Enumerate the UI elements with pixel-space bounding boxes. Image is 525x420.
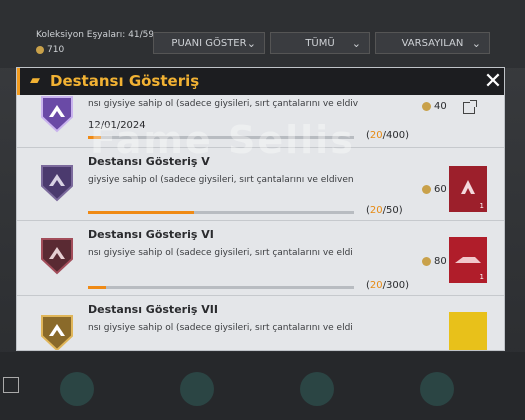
progress-bar <box>88 211 354 214</box>
progress-text: (20/400) <box>366 130 409 141</box>
progress-fill <box>88 211 195 214</box>
collection-emblem-icon <box>180 372 214 406</box>
dropdown-filter[interactable]: TÜMÜ ⌄ <box>270 32 370 54</box>
item-date: 12/01/2024 <box>88 120 146 131</box>
item-title: Destansı Gösteriş VI <box>88 228 214 241</box>
emote-icon: ▰ <box>30 73 40 88</box>
reward-item-thumbnail[interactable] <box>449 312 487 350</box>
external-link-icon[interactable] <box>3 377 19 393</box>
item-description: nsı giysiye sahip ol (sadece giysileri, … <box>88 99 358 109</box>
achievement-emblem-icon <box>41 165 73 202</box>
list-item: Destansı Gösteriş VII nsı giysiye sahip … <box>17 296 504 350</box>
reward: 80 <box>422 256 447 267</box>
dropdown-sort[interactable]: VARSAYILAN ⌄ <box>375 32 490 54</box>
coin-icon <box>36 45 44 54</box>
coin-icon <box>422 102 431 111</box>
progress-bar <box>88 136 354 139</box>
item-description: nsı giysiye sahip ol (sadece giysileri, … <box>88 248 353 258</box>
item-title: Destansı Gösteriş V <box>88 155 210 168</box>
chevron-down-icon: ⌄ <box>471 37 481 50</box>
coin-balance: 710 <box>36 45 64 55</box>
item-description: giysiye sahip ol (sadece giysileri, sırt… <box>88 175 354 185</box>
close-button[interactable]: ✕ <box>482 71 504 93</box>
achievement-emblem-icon <box>41 315 73 350</box>
progress-fill <box>88 136 102 139</box>
progress-text: (20/300) <box>366 280 409 291</box>
collection-emblem-icon <box>60 372 94 406</box>
progress-bar <box>88 286 354 289</box>
achievement-emblem-icon <box>41 238 73 275</box>
reward-item-thumbnail[interactable]: 1 <box>449 237 487 283</box>
chevron-down-icon: ⌄ <box>246 37 256 50</box>
progress-fill <box>88 286 106 289</box>
coin-icon <box>422 185 431 194</box>
reward: 60 <box>422 184 447 195</box>
item-title: Destansı Gösteriş VII <box>88 303 218 316</box>
reward: 40 <box>422 101 447 112</box>
coin-icon <box>422 257 431 266</box>
chevron-down-icon: ⌄ <box>351 37 361 50</box>
list-item: Destansı Gösteriş V giysiye sahip ol (sa… <box>17 148 504 221</box>
achievement-list[interactable]: nsı giysiye sahip ol (sadece giysileri, … <box>17 95 504 350</box>
item-description: nsı giysiye sahip ol (sadece giysileri, … <box>88 323 353 333</box>
reward-item-thumbnail[interactable]: 1 <box>449 166 487 212</box>
collection-emblem-icon <box>300 372 334 406</box>
dropdown-show-points[interactable]: PUANI GÖSTER ⌄ <box>153 32 265 54</box>
modal-title: Destansı Gösteriş <box>50 72 200 90</box>
progress-text: (20/50) <box>366 205 403 216</box>
collection-emblem-icon <box>420 372 454 406</box>
achievement-emblem-icon <box>41 96 73 133</box>
achievement-modal: ▰ Destansı Gösteriş ✕ nsı giysiye sahip … <box>17 68 504 350</box>
modal-header: ▰ Destansı Gösteriş ✕ <box>17 68 504 95</box>
list-item: Destansı Gösteriş VI nsı giysiye sahip o… <box>17 221 504 296</box>
share-icon[interactable] <box>463 100 477 114</box>
list-item: nsı giysiye sahip ol (sadece giysileri, … <box>17 95 504 148</box>
collection-count: Koleksiyon Eşyaları: 41/59 <box>36 30 155 40</box>
